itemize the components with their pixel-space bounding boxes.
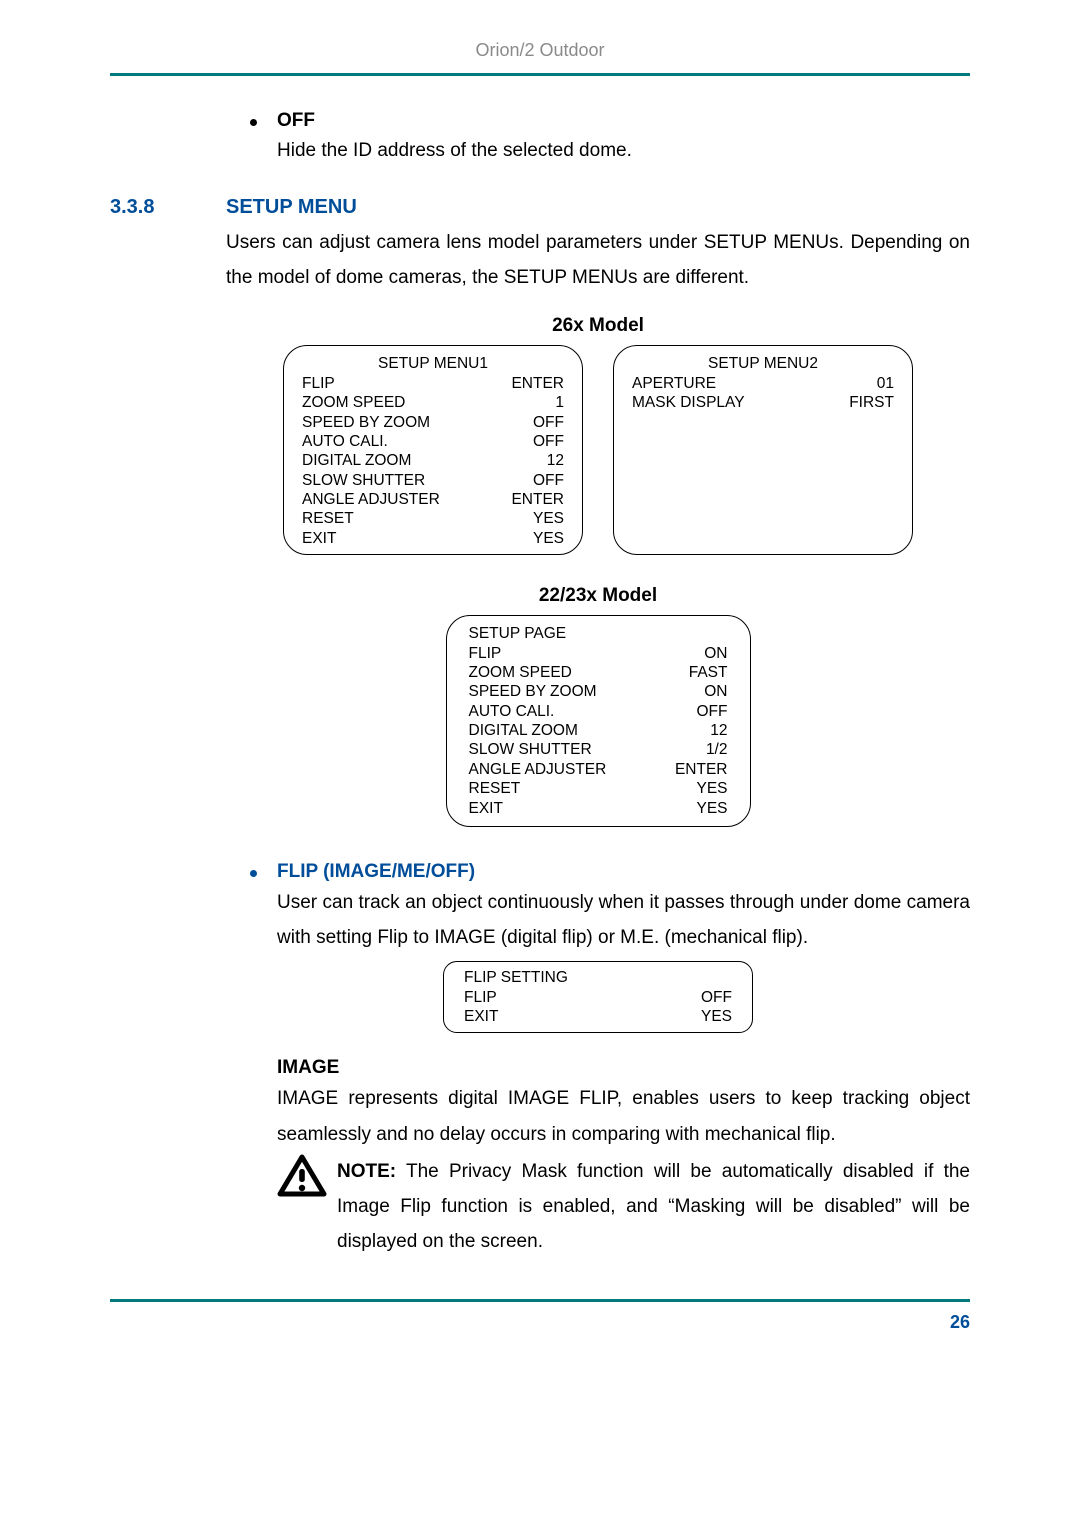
setup-page-box: SETUP PAGE FLIPON ZOOM SPEEDFAST SPEED B… xyxy=(446,615,751,827)
menu-line: RESETYES xyxy=(469,779,728,798)
menu-line: FLIPON xyxy=(469,644,728,663)
menu-line: MASK DISPLAYFIRST xyxy=(632,393,894,412)
setup-page-title: SETUP PAGE xyxy=(469,624,728,643)
menu-line: EXITYES xyxy=(302,529,564,548)
flip-setting-title: FLIP SETTING xyxy=(464,968,732,987)
menu-line: ZOOM SPEED1 xyxy=(302,393,564,412)
model26-menu-row: SETUP MENU1 FLIPENTER ZOOM SPEED1 SPEED … xyxy=(226,345,970,555)
page-number: 26 xyxy=(110,1312,970,1333)
bullet-icon xyxy=(250,119,257,126)
menu-line: RESETYES xyxy=(302,509,564,528)
menu-line: SPEED BY ZOOMOFF xyxy=(302,413,564,432)
menu-line: ZOOM SPEEDFAST xyxy=(469,663,728,682)
section-title: SETUP MENU xyxy=(226,196,357,219)
menu-line: DIGITAL ZOOM12 xyxy=(469,721,728,740)
menu-line: SLOW SHUTTEROFF xyxy=(302,471,564,490)
model26-title: 26x Model xyxy=(226,315,970,337)
note-rest: The Privacy Mask function will be automa… xyxy=(337,1161,970,1252)
menu-line: AUTO CALI.OFF xyxy=(469,702,728,721)
menu-line: SPEED BY ZOOMON xyxy=(469,682,728,701)
note-text: NOTE: The Privacy Mask function will be … xyxy=(337,1154,970,1259)
menu-line: SLOW SHUTTER1/2 xyxy=(469,740,728,759)
header-divider xyxy=(110,73,970,76)
bullet-icon xyxy=(250,870,257,877)
section-number: 3.3.8 xyxy=(110,196,226,219)
flip-setting-box: FLIP SETTING FLIPOFF EXITYES xyxy=(443,961,753,1033)
menu-line: AUTO CALI.OFF xyxy=(302,432,564,451)
flip-label: FLIP (IMAGE/ME/OFF) xyxy=(277,861,475,883)
setup-menu2-title: SETUP MENU2 xyxy=(632,354,894,373)
menu-line: EXITYES xyxy=(469,799,728,818)
model22-title: 22/23x Model xyxy=(226,585,970,607)
setup-menu1-box: SETUP MENU1 FLIPENTER ZOOM SPEED1 SPEED … xyxy=(283,345,583,555)
menu-line: ANGLE ADJUSTERENTER xyxy=(302,490,564,509)
flip-body: User can track an object continuously wh… xyxy=(277,885,970,955)
setup-menu1-title: SETUP MENU1 xyxy=(302,354,564,373)
warning-icon xyxy=(277,1154,327,1259)
setup-menu2-box: SETUP MENU2 APERTURE01 MASK DISPLAYFIRST xyxy=(613,345,913,555)
menu-line: ANGLE ADJUSTERENTER xyxy=(469,760,728,779)
menu-line: APERTURE01 xyxy=(632,374,894,393)
doc-header: Orion/2 Outdoor xyxy=(110,40,970,61)
flip-bullet-row: FLIP (IMAGE/ME/OFF) xyxy=(250,861,970,883)
section-body: Users can adjust camera lens model param… xyxy=(226,225,970,295)
image-subhead: IMAGE xyxy=(277,1057,970,1079)
off-bullet-row: OFF xyxy=(250,110,970,132)
image-body: IMAGE represents digital IMAGE FLIP, ena… xyxy=(277,1081,970,1151)
footer-divider xyxy=(110,1299,970,1302)
menu-line: FLIPOFF xyxy=(464,988,732,1007)
menu-line: DIGITAL ZOOM12 xyxy=(302,451,564,470)
off-label: OFF xyxy=(277,110,315,132)
menu-line: FLIPENTER xyxy=(302,374,564,393)
off-text: Hide the ID address of the selected dome… xyxy=(277,134,970,168)
menu-line: EXITYES xyxy=(464,1007,732,1026)
section-header-row: 3.3.8 SETUP MENU xyxy=(110,196,970,219)
note-row: NOTE: The Privacy Mask function will be … xyxy=(277,1154,970,1259)
note-bold: NOTE: xyxy=(337,1161,396,1182)
